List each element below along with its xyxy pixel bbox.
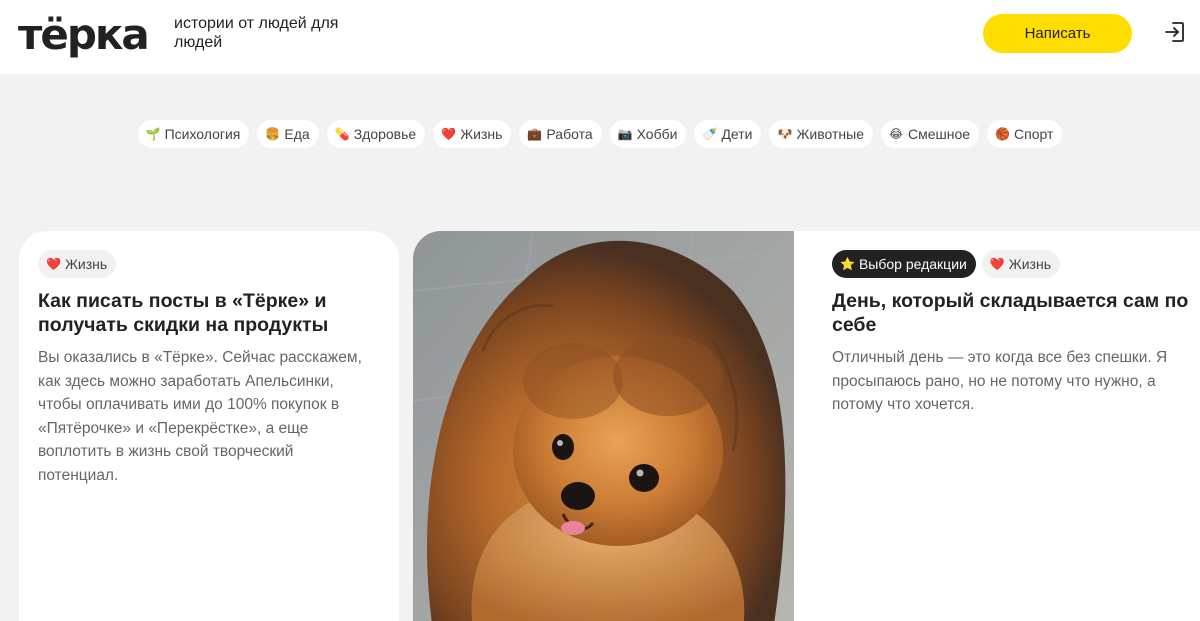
- category-label: Спорт: [1014, 126, 1054, 142]
- heart-icon: ❤️: [46, 257, 61, 271]
- excerpt-line: Вы оказались в «Тёрке». Сейчас расскажем…: [38, 349, 362, 366]
- write-button[interactable]: Написать: [983, 14, 1132, 53]
- category-label: Дети: [721, 126, 753, 142]
- tag-editors-choice[interactable]: ⭐ Выбор редакции: [832, 250, 976, 278]
- site-tagline: истории от людей для людей: [174, 15, 339, 51]
- card-tags: ❤️ Жизнь: [38, 250, 117, 278]
- excerpt-line: просыпаюсь рано, но не потому что нужно,…: [832, 372, 1156, 390]
- tag-life[interactable]: ❤️ Жизнь: [981, 250, 1060, 278]
- pomeranian-dog-photo[interactable]: [413, 231, 794, 621]
- category-label: Здоровье: [353, 126, 417, 142]
- category-sport[interactable]: 🏀 Спорт: [987, 120, 1063, 148]
- star-icon: ⭐: [840, 257, 855, 271]
- category-label: Еда: [284, 126, 310, 142]
- category-funny[interactable]: 😂 Смешное: [880, 120, 980, 148]
- card-title[interactable]: День, который складывается сам по себе: [832, 289, 1188, 337]
- excerpt-line: как здесь можно заработать Апельсинки,: [38, 372, 334, 390]
- excerpt-line: воплотить в жизнь свой творческий: [38, 443, 294, 460]
- burger-icon: 🍔: [265, 127, 281, 141]
- category-work[interactable]: 💼 Работа: [519, 120, 602, 148]
- category-label: Жизнь: [460, 126, 503, 142]
- site-header: тёрка истории от людей для людей Написат…: [0, 0, 1200, 74]
- card-text: ⭐ Выбор редакции ❤️ Жизнь День, который ск…: [813, 231, 1200, 621]
- card-tags: ⭐ Выбор редакции ❤️ Жизнь: [832, 250, 1060, 278]
- category-kids[interactable]: 🍼 Дети: [694, 120, 762, 148]
- tag-life[interactable]: ❤️ Жизнь: [38, 250, 117, 278]
- card-title-line: получать скидки на продукты: [38, 314, 329, 336]
- category-health[interactable]: 💊 Здоровье: [326, 120, 426, 148]
- dog-icon: 🐶: [777, 127, 793, 141]
- site-logo[interactable]: тёрка: [18, 9, 150, 61]
- card-excerpt: Отличный день — это когда все без спешки…: [832, 346, 1167, 417]
- category-food[interactable]: 🍔 Еда: [257, 120, 319, 148]
- excerpt-line: «Пятёрочке» и «Перекрёстке», а еще: [38, 419, 309, 437]
- briefcase-icon: 💼: [527, 127, 543, 141]
- basketball-icon: 🏀: [995, 127, 1010, 141]
- tag-label: Жизнь: [1008, 256, 1051, 272]
- category-hobby[interactable]: 📷 Хобби: [609, 120, 687, 148]
- category-label: Животные: [796, 126, 864, 142]
- category-label: Работа: [546, 126, 593, 142]
- excerpt-line: потенциал.: [38, 466, 119, 484]
- login-icon[interactable]: [1163, 20, 1187, 44]
- card-title[interactable]: Как писать посты в «Тёрке» и получать ск…: [38, 289, 328, 337]
- heart-icon: ❤️: [441, 127, 457, 141]
- pill-icon: 💊: [334, 127, 350, 141]
- card-title-line: День, который складывается сам по: [832, 290, 1189, 312]
- category-nav: 🌱 Психология 🍔 Еда 💊 Здоровье ❤️ Жизнь 💼 Рабо…: [0, 120, 1200, 148]
- excerpt-line: потому что хочется.: [832, 396, 975, 413]
- tag-label: Выбор редакции: [858, 256, 967, 272]
- laughing-face-icon: 😂: [888, 127, 904, 141]
- excerpt-line: Отличный день — это когда все без спешки…: [832, 349, 1168, 366]
- tag-label: Жизнь: [64, 256, 108, 272]
- sprout-icon: 🌱: [145, 127, 161, 141]
- baby-bottle-icon: 🍼: [702, 127, 718, 141]
- camera-icon: 📷: [617, 127, 633, 141]
- category-label: Психология: [164, 126, 241, 142]
- excerpt-line: чтобы оплачивать ими до 100% покупок в: [38, 396, 340, 413]
- card-title-line: Как писать посты в «Тёрке» и: [38, 290, 327, 312]
- category-animals[interactable]: 🐶 Животные: [769, 120, 873, 148]
- category-life[interactable]: ❤️ Жизнь: [433, 120, 512, 148]
- category-label: Хобби: [636, 126, 678, 142]
- article-card-featured[interactable]: ⭐ Выбор редакции ❤️ Жизнь День, который ск…: [413, 231, 1200, 621]
- category-psychology[interactable]: 🌱 Психология: [137, 120, 250, 148]
- card-title-line: себе: [832, 314, 877, 336]
- article-card[interactable]: ❤️ Жизнь Как писать посты в «Тёрке» и пол…: [19, 231, 399, 621]
- heart-icon: ❤️: [989, 257, 1005, 271]
- category-label: Смешное: [907, 126, 971, 142]
- card-excerpt: Вы оказались в «Тёрке». Сейчас расскажем…: [38, 346, 362, 487]
